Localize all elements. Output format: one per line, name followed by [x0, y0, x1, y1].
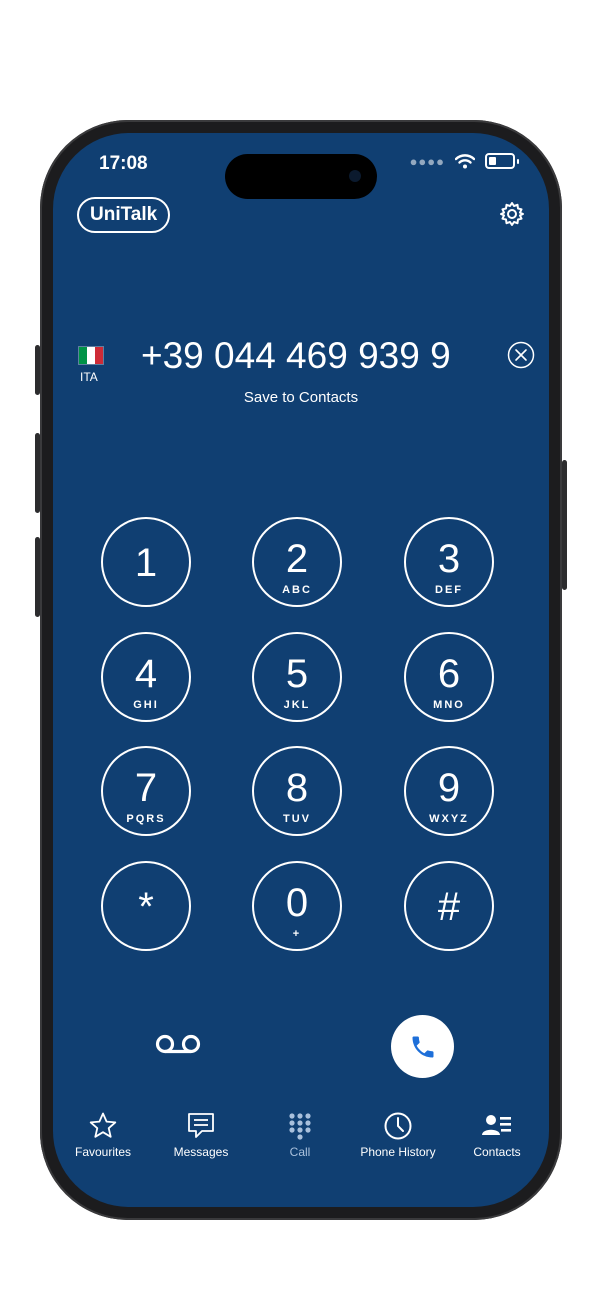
- key-7[interactable]: 7 PQRS: [101, 746, 191, 836]
- clear-number-icon[interactable]: [507, 341, 535, 369]
- flag-stripe-white: [87, 347, 95, 364]
- tab-label: Contacts: [473, 1145, 521, 1159]
- key-digit: 3: [437, 537, 461, 581]
- dynamic-island: [225, 154, 377, 199]
- status-time: 17:08: [99, 153, 148, 174]
- key-letters: ABC: [282, 584, 312, 596]
- gear-icon[interactable]: [499, 201, 525, 227]
- message-icon: [188, 1113, 214, 1138]
- key-hash[interactable]: #: [404, 861, 494, 951]
- key-2[interactable]: 2 ABC: [252, 517, 342, 607]
- key-digit: *: [138, 885, 154, 929]
- country-code: ITA: [80, 370, 98, 384]
- keypad-icon: [289, 1113, 311, 1140]
- action-button: [35, 345, 40, 395]
- flag-icon[interactable]: [78, 346, 104, 365]
- call-button[interactable]: [391, 1015, 454, 1078]
- status-indicators: ●●●●: [410, 153, 519, 169]
- camera-icon: [349, 170, 361, 182]
- key-digit: 4: [134, 652, 158, 696]
- phone-icon: [412, 1036, 433, 1057]
- key-letters: MNO: [433, 699, 465, 711]
- tab-label: Phone History: [360, 1145, 436, 1159]
- key-letters: DEF: [435, 584, 463, 596]
- tab-label: Favourites: [74, 1145, 132, 1159]
- key-digit: 6: [437, 652, 461, 696]
- power-button: [562, 460, 567, 590]
- key-6[interactable]: 6 MNO: [404, 632, 494, 722]
- key-9[interactable]: 9 WXYZ: [404, 746, 494, 836]
- key-star[interactable]: *: [101, 861, 191, 951]
- tab-phone-history[interactable]: Phone History: [348, 1111, 448, 1159]
- key-8[interactable]: 8 TUV: [252, 746, 342, 836]
- key-letters: TUV: [283, 813, 311, 825]
- key-digit: #: [437, 885, 461, 929]
- tab-label: Messages: [173, 1145, 229, 1159]
- flag-stripe-red: [95, 347, 103, 364]
- key-letters: JKL: [283, 699, 311, 711]
- key-0[interactable]: 0 +: [252, 861, 342, 951]
- volume-down-button: [35, 537, 40, 617]
- tab-favourites[interactable]: Favourites: [53, 1111, 153, 1159]
- flag-stripe-green: [79, 347, 87, 364]
- battery-tip: [517, 158, 519, 164]
- key-letters: GHI: [133, 699, 159, 711]
- voicemail-icon[interactable]: [155, 1032, 201, 1056]
- key-digit: 1: [134, 541, 158, 585]
- key-5[interactable]: 5 JKL: [252, 632, 342, 722]
- dialed-number: +39 044 469 939 9: [141, 335, 451, 376]
- key-digit: 0: [285, 881, 309, 925]
- key-3[interactable]: 3 DEF: [404, 517, 494, 607]
- battery-icon: [485, 153, 515, 169]
- key-letters: +: [292, 928, 302, 940]
- key-4[interactable]: 4 GHI: [101, 632, 191, 722]
- contacts-icon: [482, 1115, 511, 1135]
- app-screen: 17:08 ●●●● UniTalk ITA +39 044 469 939 9…: [53, 133, 549, 1207]
- save-to-contacts-link[interactable]: Save to Contacts: [53, 389, 549, 406]
- key-digit: 5: [285, 652, 309, 696]
- volume-up-button: [35, 433, 40, 513]
- key-digit: 9: [437, 766, 461, 810]
- tab-call[interactable]: Call: [250, 1111, 350, 1159]
- tab-contacts[interactable]: Contacts: [447, 1111, 547, 1159]
- key-digit: 7: [134, 766, 158, 810]
- star-icon: [89, 1112, 117, 1138]
- clock-icon: [384, 1112, 412, 1140]
- tab-label: Call: [289, 1145, 311, 1159]
- key-digit: 2: [285, 537, 309, 581]
- key-1[interactable]: 1: [101, 517, 191, 607]
- tab-messages[interactable]: Messages: [151, 1111, 251, 1159]
- key-digit: 8: [285, 766, 309, 810]
- key-letters: WXYZ: [429, 813, 469, 825]
- wifi-icon: [455, 153, 475, 168]
- key-letters: PQRS: [126, 813, 166, 825]
- tab-bar: Favourites Messages Call Phone History C…: [53, 1111, 549, 1171]
- brand-button[interactable]: UniTalk: [77, 197, 171, 233]
- signal-icon: ●●●●: [409, 153, 445, 169]
